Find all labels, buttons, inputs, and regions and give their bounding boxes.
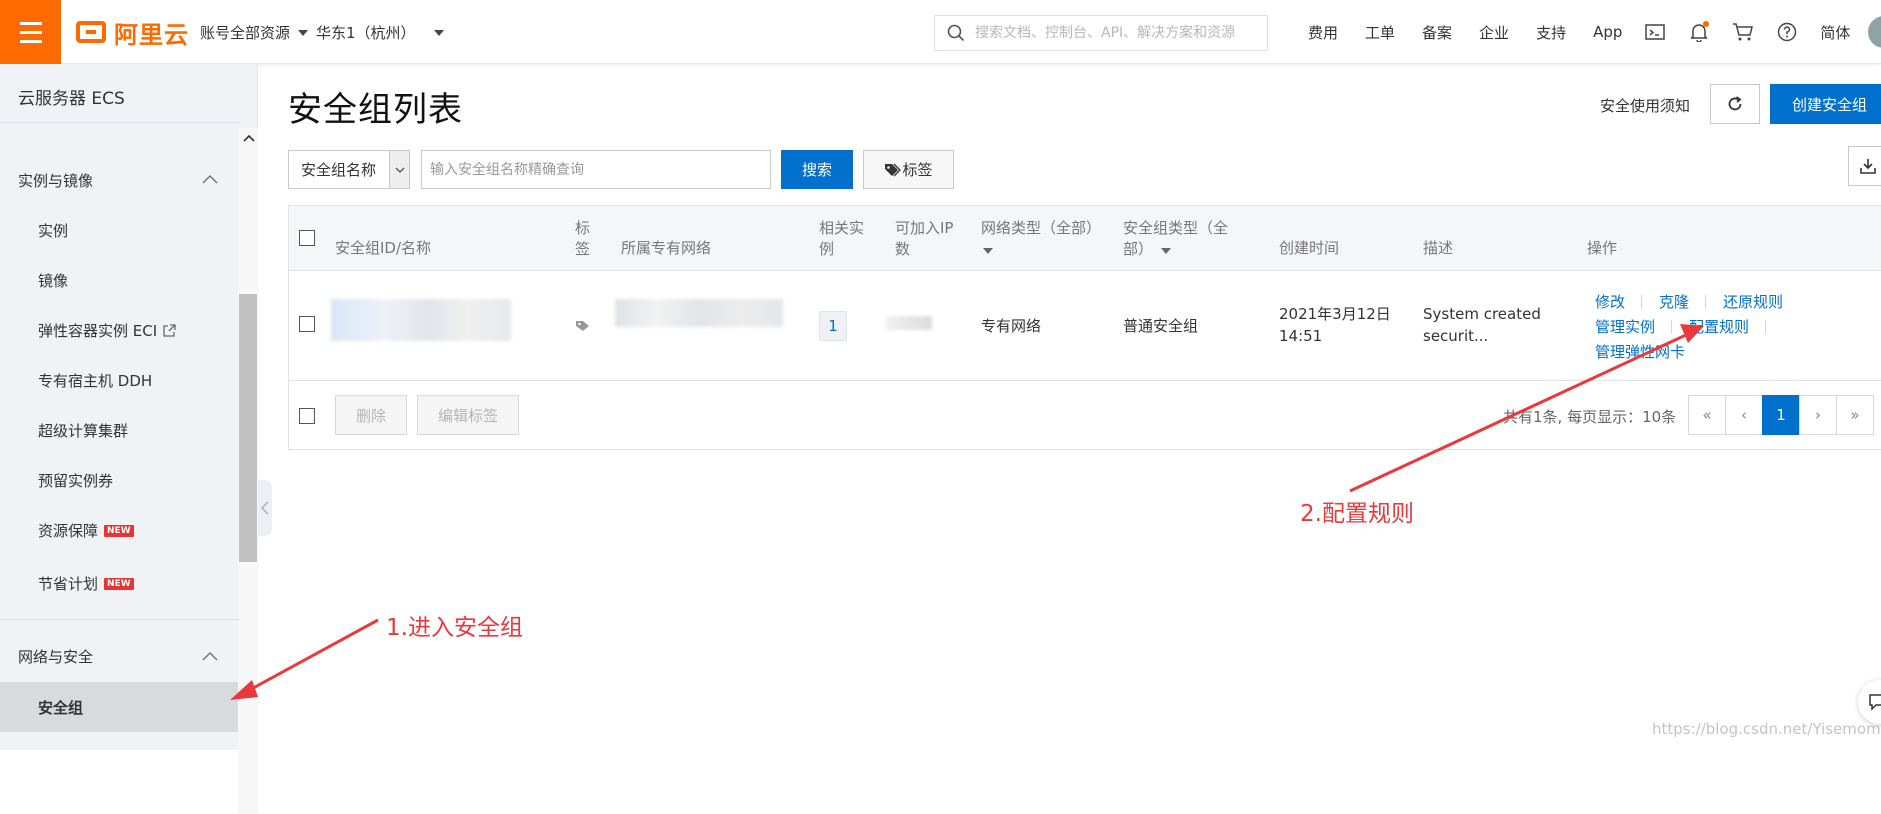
arrow-head-2 xyxy=(1680,324,1704,343)
watermark: https://blog.csdn.net/Yisemom xyxy=(1652,720,1881,738)
arrow-to-security-group xyxy=(243,618,379,695)
feedback-icon xyxy=(1869,694,1881,711)
annotation-arrows xyxy=(230,324,1704,700)
annotation-step-2: 2.配置规则 xyxy=(1300,501,1414,527)
annotation-step-1: 1.进入安全组 xyxy=(386,615,523,641)
arrow-to-config-rules xyxy=(1349,332,1689,493)
arrow-head-1 xyxy=(230,680,258,700)
